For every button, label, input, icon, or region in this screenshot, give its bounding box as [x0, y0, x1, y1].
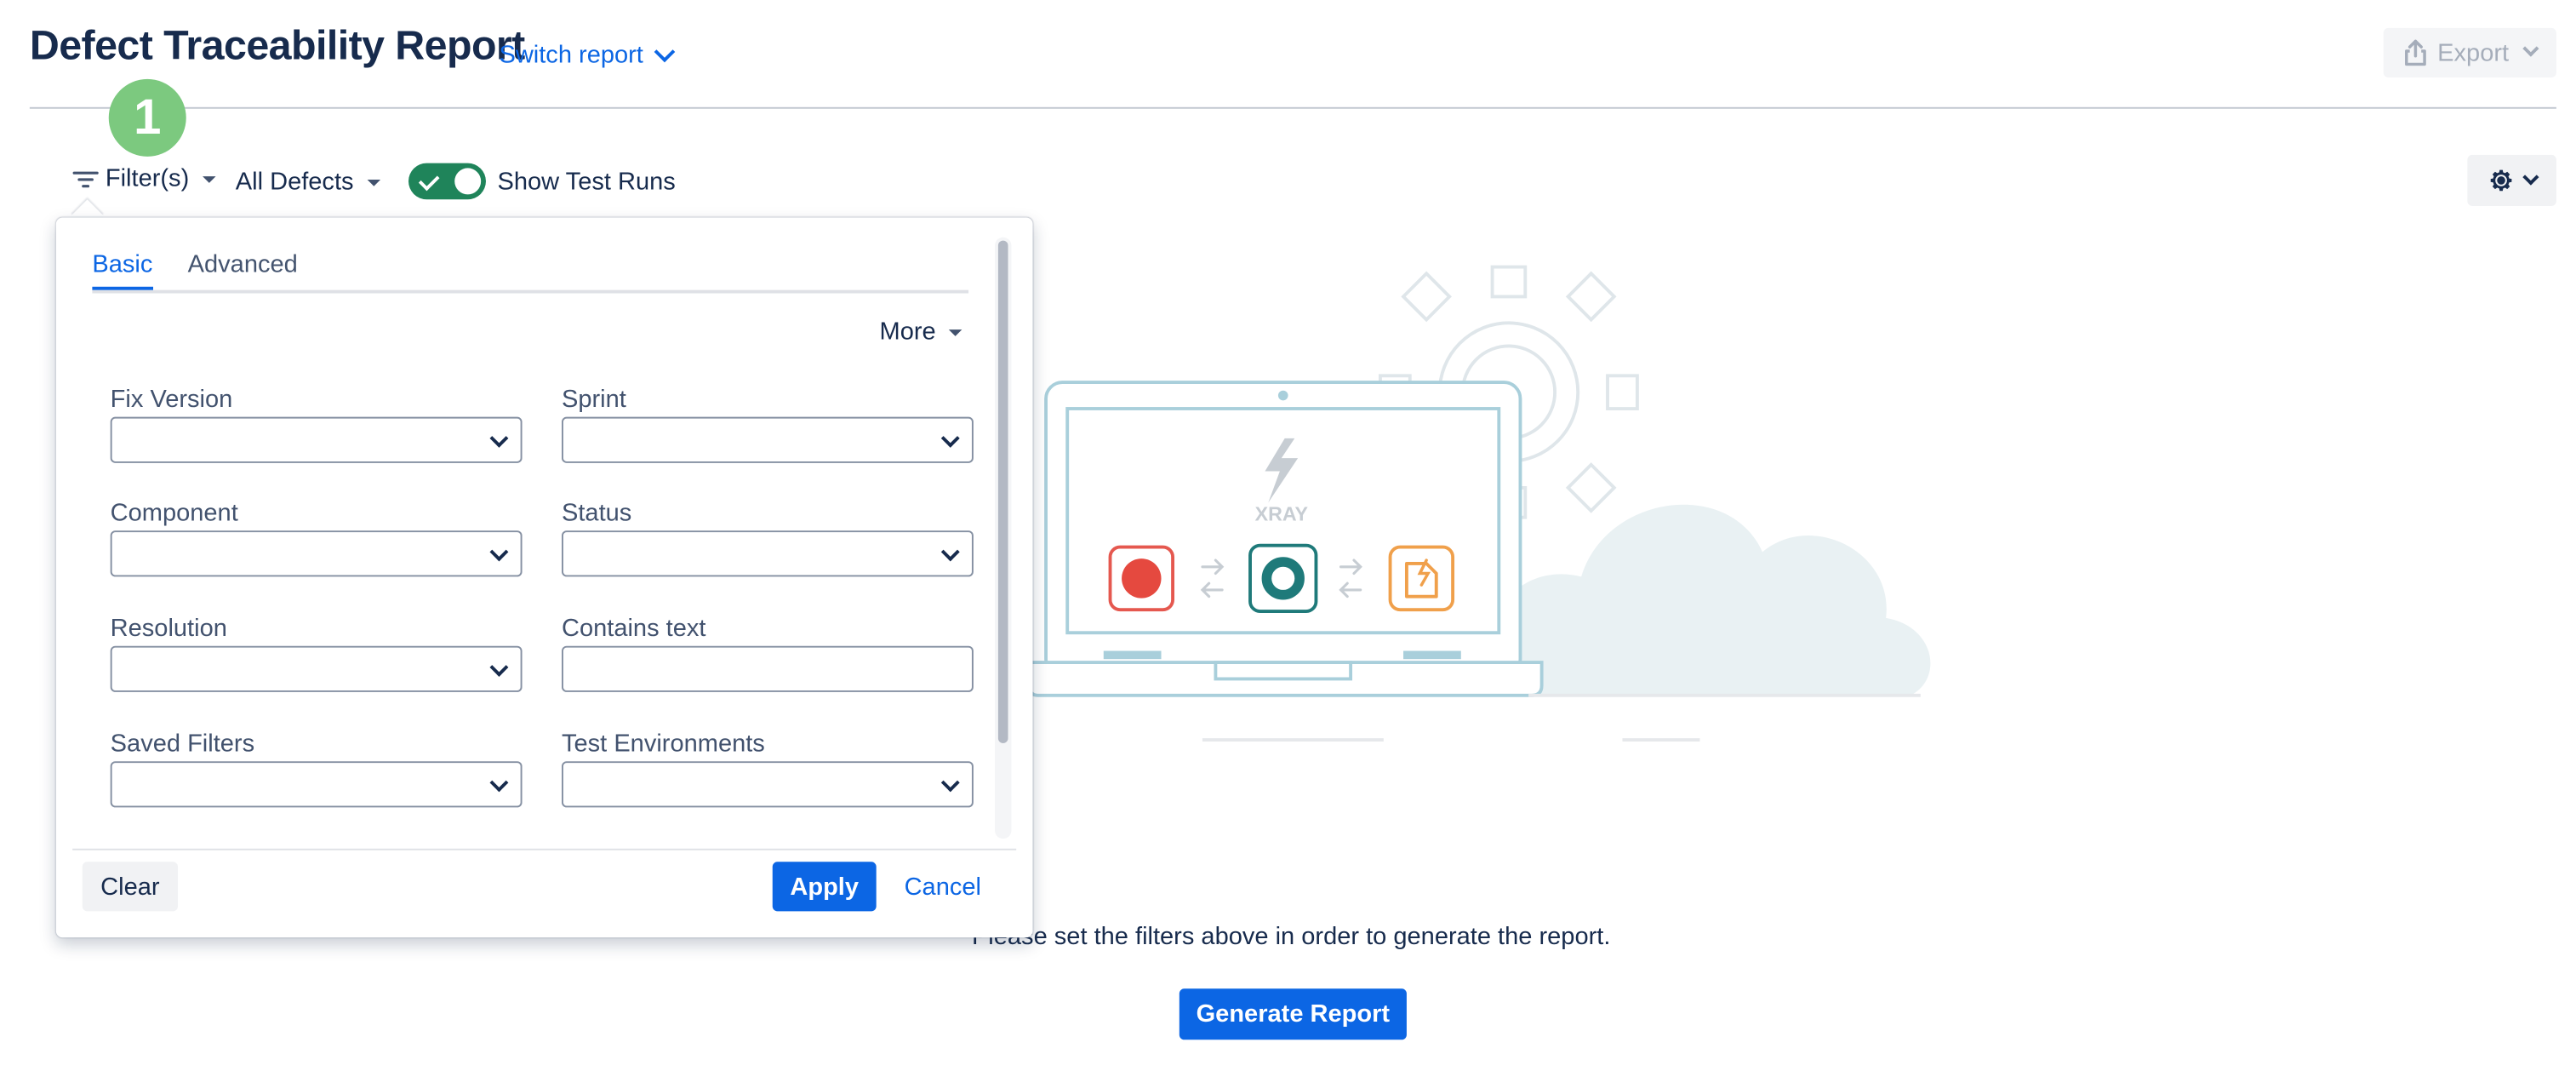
tab-advanced[interactable]: Advanced [188, 250, 298, 278]
more-filters-dropdown[interactable]: More [880, 318, 962, 346]
toggle-knob [454, 168, 482, 195]
cloud-shape [1488, 504, 1931, 696]
export-label: Export [2437, 38, 2510, 67]
fix-version-label: Fix Version [110, 385, 233, 414]
chevron-down-icon [489, 428, 509, 448]
chevron-down-icon [653, 40, 675, 62]
apply-button[interactable]: Apply [772, 862, 877, 912]
defect-scope-dropdown[interactable]: All Defects [236, 168, 380, 196]
filter-tabs: Basic Advanced [92, 247, 969, 294]
empty-state-message: Please set the filters above in order to… [971, 922, 1611, 951]
export-button[interactable]: Export [2383, 27, 2556, 77]
filters-label: Filter(s) [105, 164, 190, 193]
tab-basic[interactable]: Basic [92, 250, 152, 278]
defect-scope-label: All Defects [235, 168, 354, 197]
component-select[interactable] [110, 530, 523, 577]
saved-filters-label: Saved Filters [110, 730, 255, 759]
step-badge: 1 [108, 78, 186, 157]
contains-text-label: Contains text [562, 614, 706, 643]
header-divider [29, 106, 2556, 109]
contains-text-input[interactable] [562, 645, 974, 692]
gear-icon [2490, 169, 2512, 192]
report-illustration: XRAY [1027, 265, 1931, 742]
show-test-runs-label: Show Test Runs [497, 168, 676, 197]
record-icon [1108, 545, 1175, 612]
page-title: Defect Traceability Report [29, 23, 525, 70]
caret-down-icon [202, 175, 216, 182]
chevron-down-icon [940, 428, 960, 448]
sprint-select[interactable] [562, 416, 974, 463]
caret-down-icon [949, 329, 962, 335]
caret-down-icon [367, 179, 380, 186]
panel-footer-divider [72, 848, 1017, 850]
share-icon [2404, 39, 2426, 66]
scrollbar-thumb[interactable] [997, 240, 1008, 743]
status-label: Status [562, 499, 632, 528]
chevron-down-icon [489, 542, 509, 562]
test-environments-select[interactable] [562, 761, 974, 808]
switch-report-dropdown[interactable]: Switch report [499, 40, 675, 70]
resolution-select[interactable] [110, 645, 523, 692]
switch-report-label: Switch report [499, 41, 643, 70]
settings-button[interactable] [2467, 154, 2556, 206]
filter-icon [72, 170, 99, 187]
generate-report-button[interactable]: Generate Report [1179, 988, 1407, 1040]
show-test-runs-toggle[interactable] [408, 163, 486, 200]
xray-logo-text: XRAY [1255, 503, 1309, 525]
sprint-label: Sprint [562, 385, 626, 414]
chevron-down-icon [940, 542, 960, 562]
chevron-down-icon [2522, 40, 2539, 57]
filter-panel: Basic Advanced More Fix Version Sprint C… [55, 217, 1033, 938]
clear-button[interactable]: Clear [82, 862, 179, 912]
resolution-label: Resolution [110, 614, 227, 643]
fix-version-select[interactable] [110, 416, 523, 463]
test-environments-label: Test Environments [562, 730, 765, 759]
status-select[interactable] [562, 530, 974, 577]
chevron-down-icon [489, 657, 509, 677]
cancel-button[interactable]: Cancel [905, 862, 981, 911]
panel-scrollbar[interactable] [995, 237, 1012, 839]
chevron-down-icon [940, 773, 960, 793]
saved-filters-select[interactable] [110, 761, 523, 808]
check-icon [418, 169, 440, 192]
component-label: Component [110, 499, 238, 528]
document-icon [1388, 545, 1455, 612]
chevron-down-icon [2522, 168, 2539, 185]
chevron-down-icon [489, 773, 509, 793]
tab-active-indicator [92, 286, 154, 290]
more-label: More [879, 318, 936, 346]
ring-icon [1248, 543, 1318, 614]
filters-dropdown[interactable]: Filter(s) [72, 164, 216, 193]
